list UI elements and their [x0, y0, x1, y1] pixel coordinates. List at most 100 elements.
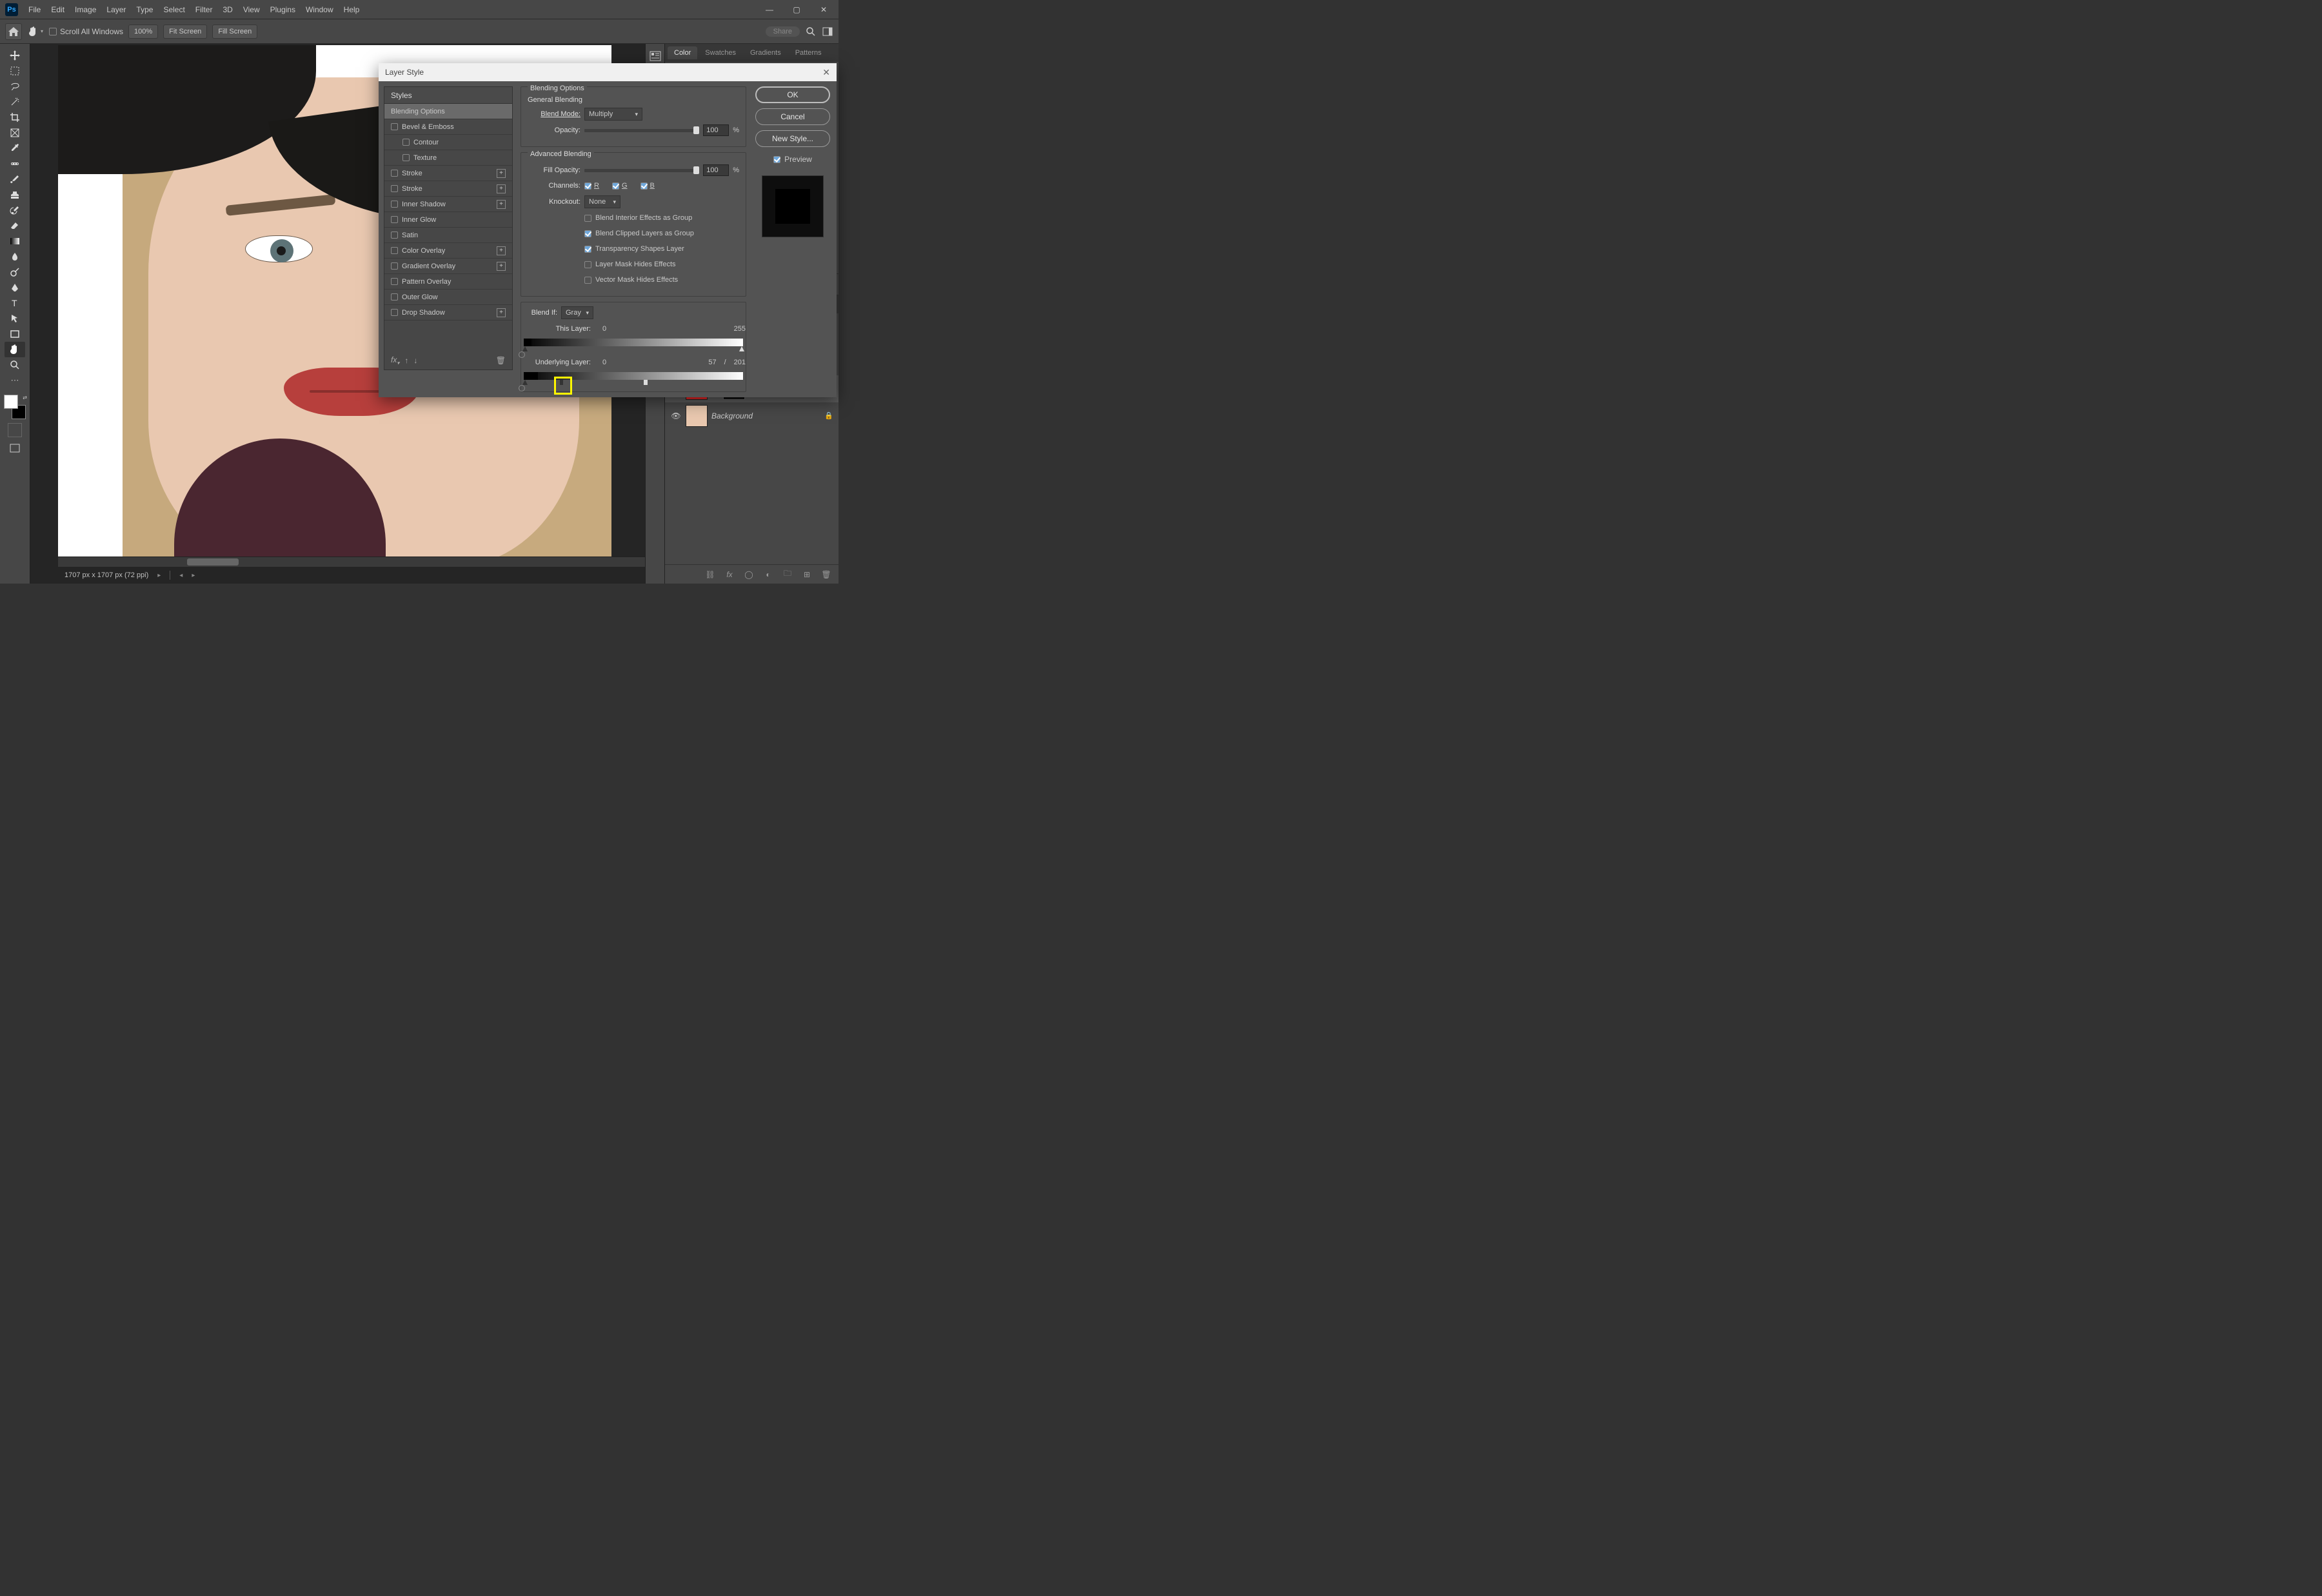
ok-button[interactable]: OK	[755, 86, 830, 103]
menu-edit[interactable]: Edit	[46, 5, 70, 14]
horizontal-scrollbar[interactable]	[58, 557, 645, 567]
move-up-icon[interactable]: ↑	[404, 356, 408, 365]
add-innershadow-icon[interactable]: +	[497, 200, 506, 209]
style-inner-glow[interactable]: Inner Glow	[384, 212, 512, 228]
channel-g-checkbox[interactable]: G	[612, 182, 628, 190]
window-minimize[interactable]: —	[760, 3, 779, 16]
hand-tool-icon[interactable]	[5, 342, 25, 357]
blend-interior-checkbox[interactable]	[584, 215, 591, 222]
preview-checkbox[interactable]: Preview	[773, 155, 812, 164]
add-stroke-icon[interactable]: +	[497, 169, 506, 178]
transparency-shapes-checkbox[interactable]	[584, 246, 591, 253]
blend-mode-select[interactable]: Multiply▾	[584, 108, 642, 121]
window-close[interactable]: ✕	[814, 3, 833, 16]
marquee-tool-icon[interactable]	[5, 63, 25, 79]
channel-r-checkbox[interactable]: R	[584, 182, 599, 190]
knockout-select[interactable]: None▾	[584, 195, 620, 208]
magic-wand-tool-icon[interactable]	[5, 94, 25, 110]
clone-stamp-tool-icon[interactable]	[5, 187, 25, 202]
share-button[interactable]: Share	[766, 26, 800, 37]
add-dropshadow-icon[interactable]: +	[497, 308, 506, 317]
underlying-white-low-handle[interactable]	[560, 380, 563, 385]
menu-file[interactable]: File	[23, 5, 46, 14]
eraser-tool-icon[interactable]	[5, 218, 25, 233]
add-coloroverlay-icon[interactable]: +	[497, 246, 506, 255]
move-down-icon[interactable]: ↓	[413, 356, 417, 365]
style-bevel-emboss[interactable]: Bevel & Emboss	[384, 119, 512, 135]
layer-mask-icon[interactable]: ◯	[743, 569, 755, 580]
type-tool-icon[interactable]: T	[5, 295, 25, 311]
style-contour[interactable]: Contour	[384, 135, 512, 150]
group-icon[interactable]: 🗀	[782, 569, 793, 580]
layer-background[interactable]: 👁 Background 🔒	[665, 402, 838, 429]
blend-if-select[interactable]: Gray▾	[561, 306, 593, 319]
menu-layer[interactable]: Layer	[101, 5, 131, 14]
opacity-slider[interactable]	[584, 129, 699, 132]
home-button[interactable]	[5, 23, 22, 40]
dodge-tool-icon[interactable]	[5, 264, 25, 280]
style-outer-glow[interactable]: Outer Glow	[384, 290, 512, 305]
this-layer-white-handle[interactable]	[739, 346, 744, 351]
tab-gradients[interactable]: Gradients	[744, 46, 788, 59]
timeline-prev-icon[interactable]: ◂	[179, 572, 183, 579]
add-gradoverlay-icon[interactable]: +	[497, 262, 506, 271]
swap-colors-icon[interactable]: ⇄	[23, 395, 27, 400]
style-stroke-2[interactable]: Stroke+	[384, 181, 512, 197]
menu-image[interactable]: Image	[70, 5, 101, 14]
menu-filter[interactable]: Filter	[190, 5, 218, 14]
layer-thumbnail[interactable]	[686, 405, 708, 427]
quick-mask-icon[interactable]	[8, 423, 22, 437]
color-swatches[interactable]: ⇄	[3, 395, 27, 419]
layer-name[interactable]: Background	[711, 411, 753, 420]
delete-layer-icon[interactable]: 🗑	[820, 569, 832, 580]
layer-mask-hides-checkbox[interactable]	[584, 261, 591, 268]
fill-screen-button[interactable]: Fill Screen	[212, 25, 257, 39]
menu-type[interactable]: Type	[131, 5, 158, 14]
pen-tool-icon[interactable]	[5, 280, 25, 295]
layer-style-icon[interactable]: fx	[724, 569, 735, 580]
zoom-tool-icon[interactable]	[5, 357, 25, 373]
style-satin[interactable]: Satin	[384, 228, 512, 243]
vector-mask-hides-checkbox[interactable]	[584, 277, 591, 284]
menu-view[interactable]: View	[238, 5, 265, 14]
frame-tool-icon[interactable]	[5, 125, 25, 141]
gradient-tool-icon[interactable]	[5, 233, 25, 249]
brush-tool-icon[interactable]	[5, 172, 25, 187]
layer-style-dialog[interactable]: Layer Style ✕ Styles Blending Options Be…	[379, 63, 837, 397]
adjustment-layer-icon[interactable]: ◐	[762, 569, 774, 580]
tab-patterns[interactable]: Patterns	[789, 46, 828, 59]
status-arrow-icon[interactable]: ▸	[157, 572, 161, 579]
edit-toolbar-icon[interactable]: ⋯	[5, 373, 25, 388]
scrollbar-thumb[interactable]	[187, 558, 239, 566]
fill-opacity-input[interactable]: 100	[703, 164, 729, 176]
timeline-next-icon[interactable]: ▸	[192, 572, 195, 579]
dialog-titlebar[interactable]: Layer Style ✕	[379, 63, 837, 81]
fx-menu-icon[interactable]: fx▾	[391, 355, 399, 366]
add-stroke-icon[interactable]: +	[497, 184, 506, 193]
menu-plugins[interactable]: Plugins	[265, 5, 301, 14]
channel-b-checkbox[interactable]: B	[640, 182, 655, 190]
rectangle-tool-icon[interactable]	[5, 326, 25, 342]
layer-visibility-icon[interactable]: 👁	[670, 411, 682, 420]
new-layer-icon[interactable]: ⊞	[801, 569, 813, 580]
fill-opacity-slider[interactable]	[584, 169, 699, 172]
crop-tool-icon[interactable]	[5, 110, 25, 125]
style-stroke-1[interactable]: Stroke+	[384, 166, 512, 181]
style-drop-shadow[interactable]: Drop Shadow+	[384, 305, 512, 320]
healing-brush-tool-icon[interactable]	[5, 156, 25, 172]
screen-mode-icon[interactable]	[8, 441, 22, 455]
path-selection-tool-icon[interactable]	[5, 311, 25, 326]
delete-effect-icon[interactable]: 🗑	[496, 356, 506, 365]
this-layer-slider[interactable]	[524, 339, 743, 346]
link-layers-icon[interactable]: ⛓	[704, 569, 716, 580]
fit-screen-button[interactable]: Fit Screen	[163, 25, 207, 39]
dialog-close-icon[interactable]: ✕	[822, 67, 830, 78]
menu-window[interactable]: Window	[301, 5, 339, 14]
style-blending-options[interactable]: Blending Options	[384, 104, 512, 119]
dock-panel-icon[interactable]	[646, 48, 665, 64]
underlying-black-handle[interactable]	[522, 380, 528, 385]
workspace-switcher-icon[interactable]	[822, 26, 833, 37]
menu-select[interactable]: Select	[158, 5, 190, 14]
style-gradient-overlay[interactable]: Gradient Overlay+	[384, 259, 512, 274]
new-style-button[interactable]: New Style...	[755, 130, 830, 147]
